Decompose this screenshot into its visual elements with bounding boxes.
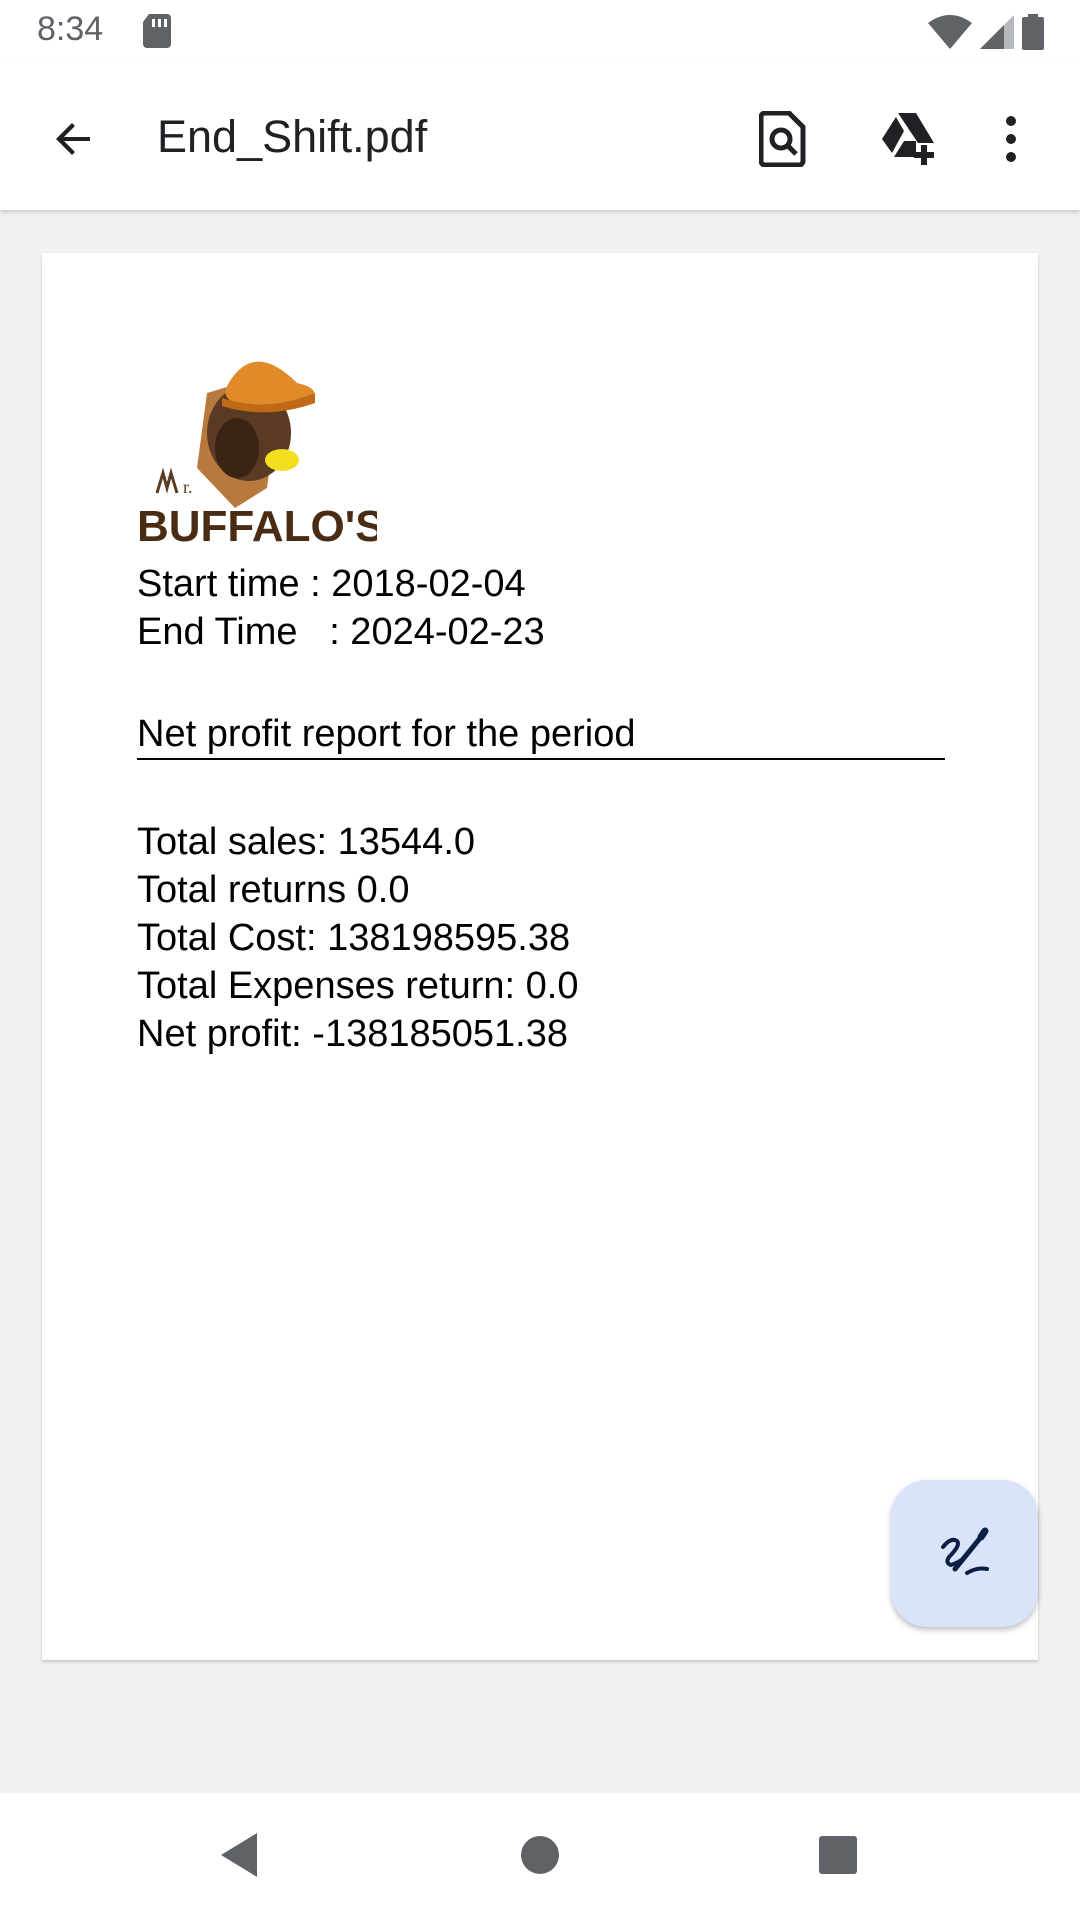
navigation-bar [0,1793,1080,1920]
wifi-icon [928,15,972,54]
pdf-page[interactable]: r. BUFFALO'S Start time : 2018-02-04 End… [42,253,1038,1660]
add-to-drive-icon[interactable] [874,103,946,175]
total-expenses-return: Total Expenses return: 0.0 [137,965,579,1007]
svg-text:r.: r. [183,477,193,497]
edit-annotate-icon [937,1523,993,1584]
more-vert-icon[interactable] [986,103,1036,175]
nav-back-icon[interactable] [207,1823,271,1887]
svg-text:BUFFALO'S: BUFFALO'S [137,502,377,548]
nav-home-icon[interactable] [508,1823,572,1887]
back-arrow-icon[interactable] [42,107,106,171]
status-bar: 8:34 [0,0,1080,63]
battery-icon [1022,14,1044,55]
report-heading: Net profit report for the period [137,713,945,760]
annotate-fab[interactable] [891,1480,1038,1627]
document-title: End_Shift.pdf [157,111,428,162]
signal-icon [980,15,1014,54]
start-time: Start time : 2018-02-04 [137,563,526,605]
app-bar: End_Shift.pdf [0,63,1080,210]
sd-card-icon [143,14,171,53]
total-sales: Total sales: 13544.0 [137,821,476,863]
nav-recents-icon[interactable] [806,1823,870,1887]
status-time: 8:34 [37,10,104,48]
total-returns: Total returns 0.0 [137,869,410,911]
net-profit: Net profit: -138185051.38 [137,1013,568,1055]
end-time: End Time : 2024-02-23 [137,611,545,653]
find-in-page-icon[interactable] [747,103,819,175]
total-cost: Total Cost: 138198595.38 [137,917,571,959]
buffalo-logo: r. BUFFALO'S [137,348,385,551]
